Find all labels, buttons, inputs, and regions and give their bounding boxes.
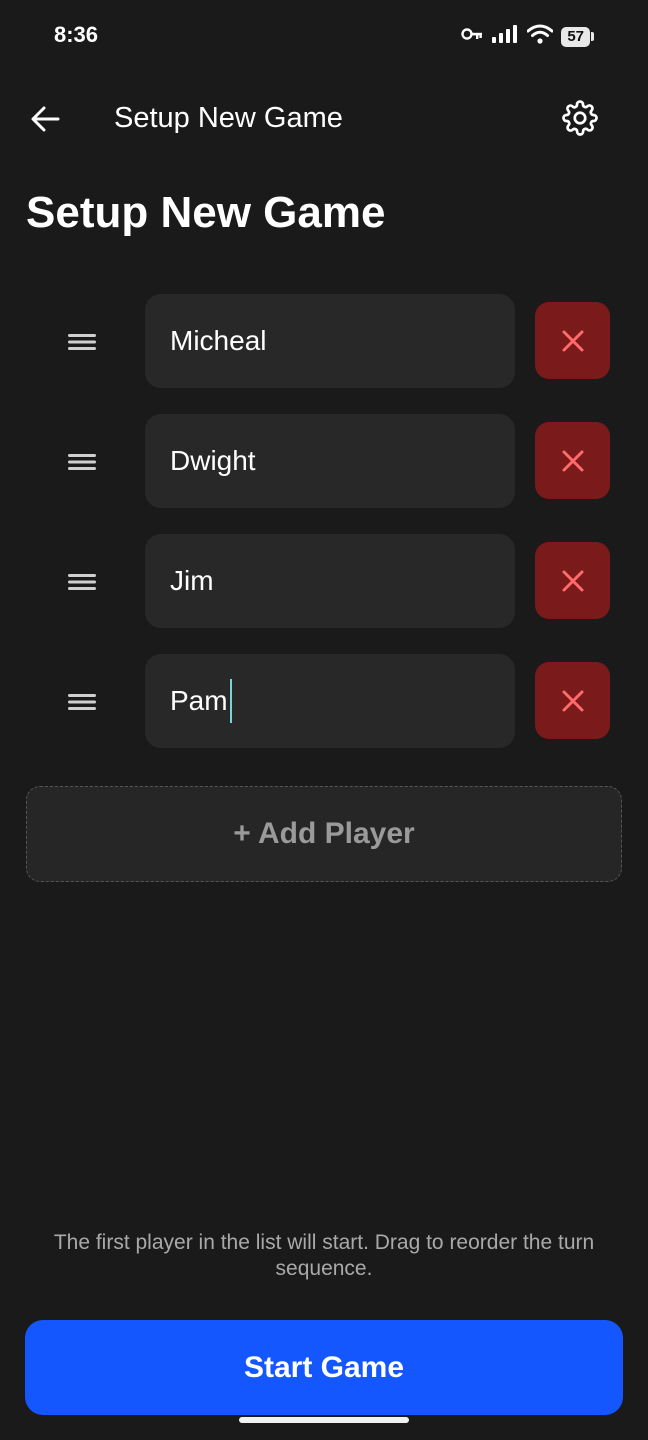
- player-row: Dwight: [0, 414, 648, 510]
- player-name-input[interactable]: Micheal: [145, 294, 515, 388]
- player-row: Micheal: [0, 294, 648, 390]
- player-name-value: Pam: [170, 685, 228, 716]
- battery-icon: 57: [561, 26, 594, 47]
- player-name-value: Jim: [170, 565, 214, 596]
- remove-player-button[interactable]: [535, 302, 610, 379]
- text-cursor: [229, 679, 232, 723]
- drag-handle-icon: [68, 454, 96, 470]
- player-name-value: Micheal: [170, 325, 267, 356]
- close-icon: [562, 570, 583, 591]
- remove-player-button[interactable]: [535, 422, 610, 499]
- status-bar: 8:36 57: [0, 0, 648, 72]
- battery-level: 57: [561, 26, 590, 47]
- player-name-input[interactable]: Jim: [145, 534, 515, 628]
- signal-icon: [491, 24, 519, 49]
- close-icon: [562, 450, 583, 471]
- drag-handle-icon: [68, 574, 96, 590]
- back-button[interactable]: [24, 98, 66, 140]
- player-row: Jim: [0, 534, 648, 630]
- key-icon: [461, 27, 483, 46]
- home-indicator[interactable]: [239, 1417, 409, 1423]
- settings-button[interactable]: [558, 96, 602, 140]
- player-name-value: Dwight: [170, 445, 256, 476]
- remove-player-button[interactable]: [535, 542, 610, 619]
- close-icon: [562, 690, 583, 711]
- drag-handle[interactable]: [64, 570, 100, 594]
- player-name-input[interactable]: Pam: [145, 654, 515, 748]
- close-icon: [562, 330, 583, 351]
- page-title: Setup New Game: [26, 188, 386, 237]
- add-player-button[interactable]: + Add Player: [26, 786, 622, 882]
- start-game-button[interactable]: Start Game: [25, 1320, 623, 1415]
- status-icons: 57: [461, 24, 594, 49]
- wifi-icon: [526, 24, 554, 49]
- remove-player-button[interactable]: [535, 662, 610, 739]
- drag-handle-icon: [68, 334, 96, 350]
- drag-handle[interactable]: [64, 330, 100, 354]
- drag-handle[interactable]: [64, 690, 100, 714]
- app-bar-title: Setup New Game: [114, 102, 343, 134]
- status-time: 8:36: [54, 22, 99, 47]
- player-row: Pam: [0, 654, 648, 750]
- drag-handle[interactable]: [64, 450, 100, 474]
- arrow-left-icon: [31, 106, 60, 132]
- drag-handle-icon: [68, 694, 96, 710]
- gear-icon: [562, 100, 598, 136]
- turn-order-hint: The first player in the list will start.…: [53, 1231, 595, 1280]
- app-bar: Setup New Game: [0, 88, 648, 148]
- player-name-input[interactable]: Dwight: [145, 414, 515, 508]
